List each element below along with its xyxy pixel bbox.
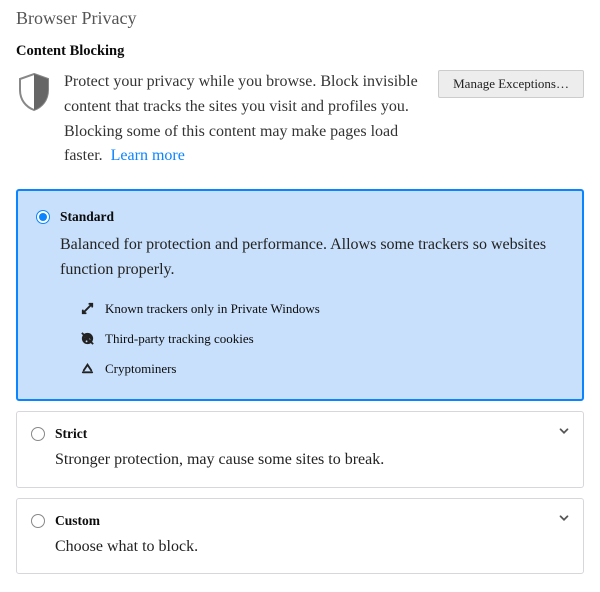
cookie-icon	[80, 331, 95, 346]
trackers-icon	[80, 301, 95, 316]
option-standard-title: Standard	[60, 209, 114, 225]
option-standard-desc: Balanced for protection and performance.…	[60, 233, 560, 283]
option-strict-desc: Stronger protection, may cause some site…	[55, 448, 565, 473]
option-custom[interactable]: Custom Choose what to block.	[16, 498, 584, 575]
manage-exceptions-button[interactable]: Manage Exceptions…	[438, 70, 584, 98]
standard-feature-list: Known trackers only in Private Windows T…	[80, 301, 560, 377]
option-strict-header: Strict	[31, 426, 565, 442]
option-standard-header: Standard	[36, 209, 560, 225]
feature-cookies-label: Third-party tracking cookies	[105, 331, 254, 347]
intro-text: Protect your privacy while you browse. B…	[64, 70, 426, 169]
cryptominer-icon	[80, 361, 95, 376]
intro-row: Protect your privacy while you browse. B…	[16, 70, 584, 169]
radio-custom[interactable]	[31, 514, 45, 528]
feature-crypto: Cryptominers	[80, 361, 560, 377]
radio-standard[interactable]	[36, 210, 50, 224]
feature-cookies: Third-party tracking cookies	[80, 331, 560, 347]
feature-trackers: Known trackers only in Private Windows	[80, 301, 560, 317]
learn-more-link[interactable]: Learn more	[111, 147, 185, 164]
chevron-down-icon	[557, 424, 571, 438]
chevron-down-icon	[557, 511, 571, 525]
option-custom-header: Custom	[31, 513, 565, 529]
page-title: Browser Privacy	[16, 8, 584, 29]
feature-trackers-label: Known trackers only in Private Windows	[105, 301, 320, 317]
option-strict[interactable]: Strict Stronger protection, may cause so…	[16, 411, 584, 488]
option-standard[interactable]: Standard Balanced for protection and per…	[16, 189, 584, 401]
radio-strict[interactable]	[31, 427, 45, 441]
option-custom-title: Custom	[55, 513, 100, 529]
feature-crypto-label: Cryptominers	[105, 361, 177, 377]
section-title: Content Blocking	[16, 43, 584, 60]
option-strict-title: Strict	[55, 426, 87, 442]
shield-icon	[16, 72, 52, 112]
option-custom-desc: Choose what to block.	[55, 535, 565, 560]
